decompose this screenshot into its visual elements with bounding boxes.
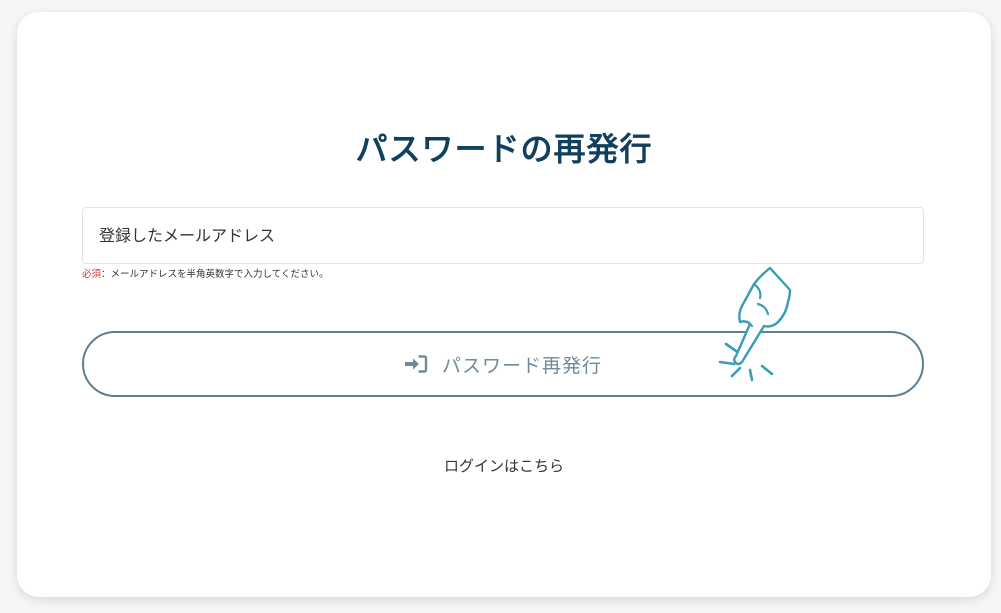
sign-in-icon	[404, 354, 428, 374]
pointing-hand-icon	[718, 266, 792, 382]
password-reset-card: パスワードの再発行 必須：メールアドレスを半角英数字で入力してください。 パスワ…	[17, 12, 991, 597]
helper-text: ：メールアドレスを半角英数字で入力してください。	[101, 269, 329, 280]
email-helper-note: 必須：メールアドレスを半角英数字で入力してください。	[82, 266, 328, 280]
reset-password-button[interactable]: パスワード再発行	[82, 331, 924, 397]
login-link[interactable]: ログインはこちら	[17, 455, 991, 476]
required-label: 必須	[82, 269, 102, 280]
page-title: パスワードの再発行	[355, 130, 653, 168]
email-field[interactable]	[82, 207, 924, 264]
reset-password-button-label: パスワード再発行	[441, 354, 602, 377]
